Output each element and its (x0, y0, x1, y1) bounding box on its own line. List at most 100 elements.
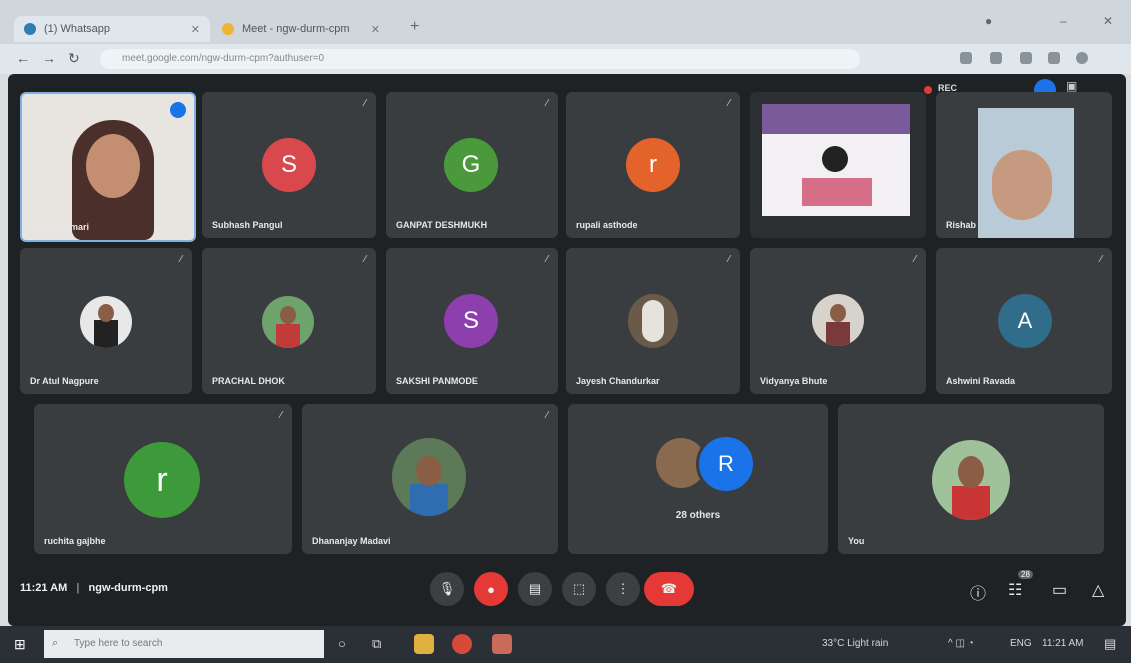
mic-off-icon: ⁄ (1100, 254, 1102, 265)
tab-meet[interactable]: Meet - ngw-durm-cpm ✕ (212, 16, 390, 42)
whatsapp-icon (24, 23, 36, 35)
participant-tile[interactable]: ⁄ Dr Atul Nagpure (20, 248, 192, 394)
language-label[interactable]: ENG (1010, 638, 1032, 649)
participant-tile[interactable]: ⁄ r rupali asthode (566, 92, 740, 238)
participant-name: Subhash Pangul (212, 220, 283, 230)
participant-tile[interactable]: ⁄ A Ashwini Ravada (936, 248, 1112, 394)
browser-tab-strip: (1) Whatsapp ✕ Meet - ngw-durm-cpm ✕ + ●… (0, 0, 1131, 44)
leave-call-button[interactable]: ☎ (644, 572, 694, 606)
participant-photo (812, 294, 864, 346)
meet-icon (222, 23, 234, 35)
slide-graphic (802, 178, 872, 206)
reload-icon[interactable]: ↻ (68, 50, 80, 67)
file-explorer-icon[interactable] (414, 634, 434, 654)
forward-icon[interactable]: → (42, 50, 56, 66)
avatar: R (696, 434, 756, 494)
captions-icon: ▤ (528, 581, 542, 596)
participant-video (978, 108, 1074, 238)
info-icon[interactable]: ⓘ (970, 580, 986, 604)
task-view-icon[interactable]: ⧉ (372, 636, 381, 652)
extension-icon[interactable] (1020, 52, 1032, 64)
activities-icon[interactable]: △ (1092, 580, 1104, 600)
meeting-code: ngw-durm-cpm (88, 582, 168, 594)
participant-name: Jayesh Chandurkar (576, 376, 660, 386)
participant-tile[interactable]: ⁄ S SAKSHI PANMODE (386, 248, 558, 394)
present-button[interactable]: ⬚ (562, 572, 596, 606)
participant-tile[interactable]: Swati Kumari (20, 92, 196, 242)
participant-name: Dhananjay Madavi (312, 536, 391, 546)
windows-start-icon[interactable]: ⊞ (14, 636, 26, 653)
app-icon[interactable] (492, 634, 512, 654)
minimize-icon[interactable]: – (1060, 14, 1067, 28)
camera-button[interactable]: ● (474, 572, 508, 606)
avatar: A (998, 294, 1052, 348)
extension-icon[interactable] (960, 52, 972, 64)
others-count-label: 28 others (675, 510, 721, 521)
participant-photo (628, 294, 678, 348)
participant-name: Ashwini Ravada (946, 376, 1016, 386)
mic-off-icon: ⁄ (280, 410, 282, 421)
avatar: S (262, 138, 316, 192)
tab-label: Meet - ngw-durm-cpm (242, 23, 350, 35)
taskbar-clock[interactable]: 11:21 AM (1042, 638, 1084, 649)
participant-tile[interactable]: ⁄ Dhananjay Madavi (302, 404, 558, 554)
captions-button[interactable]: ▤ (518, 572, 552, 606)
self-tile[interactable]: You (838, 404, 1104, 554)
mic-off-icon: ⁄ (180, 254, 182, 265)
close-window-icon[interactable]: ✕ (1103, 14, 1113, 28)
participant-name: You (848, 536, 865, 546)
cortana-icon[interactable]: ○ (338, 636, 346, 651)
participant-tile[interactable]: ⁄ Jayesh Chandurkar (566, 248, 740, 394)
tab-whatsapp[interactable]: (1) Whatsapp ✕ (14, 16, 210, 42)
meeting-time: 11:21 AM (20, 582, 68, 594)
close-icon[interactable]: ✕ (371, 23, 380, 36)
taskbar: ⊞ Type here to search ⌕ ○ ⧉ 33°C Light r… (0, 626, 1131, 663)
notification-icon[interactable]: ▤ (1104, 636, 1116, 652)
participant-tile[interactable]: ⁄ PRACHAL DHOK (202, 248, 376, 394)
tray-icons[interactable]: ^ ◫ ◔ (948, 638, 974, 649)
close-icon[interactable]: ✕ (191, 23, 200, 36)
slide-header (762, 104, 910, 134)
participant-tile[interactable]: Rishab (936, 92, 1112, 238)
account-icon[interactable]: ● (985, 14, 992, 28)
weather-label: 33°C Light rain (822, 638, 889, 649)
others-tile[interactable]: R 28 others (568, 404, 828, 554)
layout-icon[interactable]: ▣ (1066, 79, 1077, 93)
participant-name: Swati Kumari (32, 222, 90, 232)
participant-photo (262, 296, 314, 348)
slide-graphic (822, 146, 848, 172)
hang-up-icon: ☎ (660, 581, 678, 596)
recording-icon (924, 86, 932, 94)
mic-off-icon: ⁄ (364, 98, 366, 109)
avatar: G (444, 138, 498, 192)
participant-tile[interactable]: ⁄ r ruchita gajbhe (34, 404, 292, 554)
participant-tile[interactable]: ⁄ G GANPAT DESHMUKH (386, 92, 558, 238)
chrome-icon[interactable] (452, 634, 472, 654)
participant-tile[interactable]: ⁄ Vidyanya Bhute (750, 248, 926, 394)
speaking-icon (170, 102, 186, 118)
extension-icon[interactable] (1048, 52, 1060, 64)
microphone-button[interactable]: 🎙 (430, 572, 464, 606)
participant-photo (392, 438, 466, 516)
mic-off-icon: ⁄ (728, 98, 730, 109)
taskbar-search-input[interactable]: Type here to search (44, 630, 324, 658)
people-icon[interactable]: ☷ (1008, 580, 1022, 600)
participant-tile[interactable]: ⁄ S Subhash Pangul (202, 92, 376, 238)
participant-name: Vidyanya Bhute (760, 376, 828, 386)
back-icon[interactable]: ← (16, 50, 30, 66)
extension-icon[interactable] (990, 52, 1002, 64)
participant-face (86, 134, 140, 198)
avatar: r (626, 138, 680, 192)
chat-icon[interactable]: ▭ (1052, 580, 1067, 600)
profile-icon[interactable] (1076, 52, 1088, 64)
present-icon: ⬚ (572, 581, 586, 596)
more-options-button[interactable]: ⋮ (606, 572, 640, 606)
mic-off-icon: ⁄ (546, 410, 548, 421)
avatar: r (124, 442, 200, 518)
participant-photo (80, 296, 132, 348)
screen-share-tile[interactable] (750, 92, 926, 238)
camera-off-icon: ● (487, 581, 495, 597)
shared-screen (762, 104, 910, 216)
url-input[interactable]: meet.google.com/ngw-durm-cpm?authuser=0 (100, 49, 860, 69)
new-tab-button[interactable]: + (410, 18, 419, 36)
